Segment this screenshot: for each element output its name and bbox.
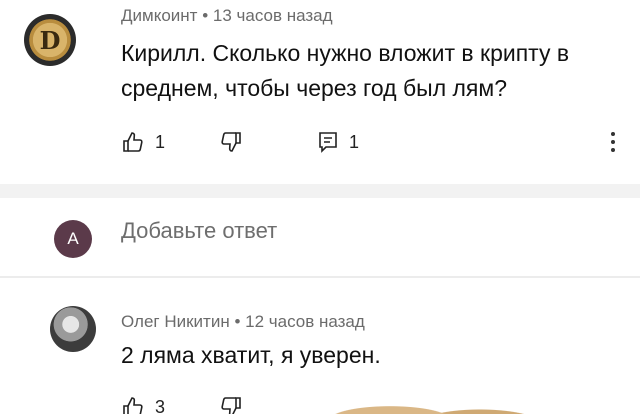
thumb-down-icon xyxy=(219,395,243,414)
partial-image xyxy=(330,388,530,414)
like-count: 1 xyxy=(155,131,166,152)
like-button[interactable]: 1 xyxy=(121,127,165,157)
divider-band xyxy=(0,184,640,198)
comment-time: 13 часов назад xyxy=(212,6,333,25)
comment-actions: 1 1 xyxy=(121,127,621,157)
meta-separator: • xyxy=(234,312,241,331)
thumb-up-icon xyxy=(121,130,145,154)
avatar[interactable]: D xyxy=(24,14,76,66)
doge-coin-icon: D xyxy=(39,25,61,55)
reply-input-row: А Добавьте ответ xyxy=(0,198,640,276)
user-avatar[interactable]: А xyxy=(54,220,92,258)
comment-time: 12 часов назад xyxy=(245,312,365,331)
more-options-icon[interactable] xyxy=(610,132,616,154)
thumb-up-icon xyxy=(121,395,145,414)
reply-count: 1 xyxy=(349,131,360,152)
comment-actions: 3 xyxy=(121,394,321,414)
avatar[interactable] xyxy=(50,306,96,352)
comments-page: D Димкоинт • 13 часов назад Кирилл. Скол… xyxy=(0,0,640,414)
like-count: 3 xyxy=(155,396,166,414)
comment-author[interactable]: Олег Никитин xyxy=(121,312,230,331)
reply-button[interactable]: 1 xyxy=(317,127,359,157)
dislike-button[interactable] xyxy=(219,392,243,414)
reply-comment-icon xyxy=(317,130,339,154)
comment-text: Кирилл. Сколько нужно вложит в крипту в … xyxy=(121,40,570,101)
comment-text: 2 ляма хватит, я уверен. xyxy=(121,342,381,368)
dislike-button[interactable] xyxy=(219,127,243,157)
comment-item: D Димкоинт • 13 часов назад Кирилл. Скол… xyxy=(0,0,640,184)
meta-separator: • xyxy=(202,6,209,25)
thumb-down-icon xyxy=(219,130,243,154)
comment-meta: Олег Никитин • 12 часов назад xyxy=(121,312,365,332)
reply-input[interactable]: Добавьте ответ xyxy=(121,218,277,244)
comment-author[interactable]: Димкоинт xyxy=(121,6,197,25)
like-button[interactable]: 3 xyxy=(121,392,165,414)
comment-meta: Димкоинт • 13 часов назад xyxy=(121,6,333,26)
divider xyxy=(0,276,640,278)
